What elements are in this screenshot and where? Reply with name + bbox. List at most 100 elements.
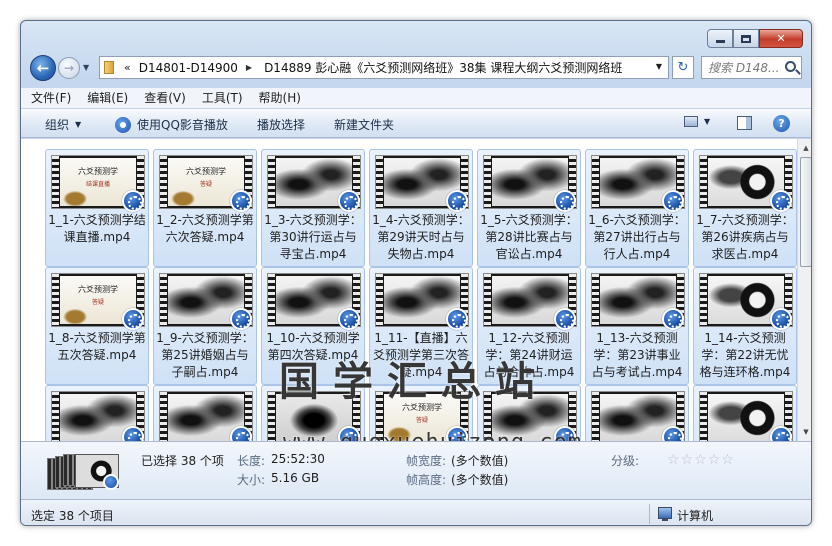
qq-player-icon	[662, 308, 684, 330]
film-strip	[268, 274, 275, 326]
file-tile[interactable]: 1_14-六爻预测学：第22讲无忧格与连环格.mp4	[693, 267, 797, 385]
film-strip	[700, 274, 707, 326]
chevron-down-icon: ▼	[704, 117, 711, 126]
menu-view[interactable]: 查看(V)	[144, 88, 186, 108]
qq-player-icon	[122, 190, 144, 212]
film-strip	[52, 274, 59, 326]
minimize-icon	[715, 40, 725, 43]
search-input[interactable]: 搜索 D148...	[701, 56, 802, 79]
file-tile[interactable]: 1_5-六爻预测学：第28讲比赛占与官讼占.mp4	[477, 149, 581, 267]
film-strip	[160, 392, 167, 441]
caption-buttons: ✕	[707, 29, 803, 48]
menu-file[interactable]: 文件(F)	[31, 88, 71, 108]
file-name: 1_8-六爻预测学第五次答疑.mp4	[48, 331, 146, 362]
maximize-icon	[741, 34, 751, 43]
scroll-down-icon[interactable]: ▼	[800, 425, 811, 439]
frame-width-label: 帧宽度:	[406, 454, 447, 468]
thumbnail-title: 六爻预测学	[78, 167, 118, 176]
explorer-window: ✕ ← → ▼ « D14801-D14900 ▶ D14889 彭心融《六爻预…	[20, 20, 812, 526]
play-selection-button[interactable]: 播放选择	[257, 116, 305, 133]
qq-player-icon	[230, 426, 252, 441]
file-name: 1_3-六爻预测学：第30讲行运占与寻宝占.mp4	[264, 213, 362, 261]
film-strip	[592, 274, 599, 326]
forward-button[interactable]: →	[58, 57, 80, 79]
new-folder-button[interactable]: 新建文件夹	[334, 116, 394, 133]
file-name: 1_4-六爻预测学：第29讲天时占与失物占.mp4	[372, 213, 470, 261]
star-icon[interactable]: ☆	[667, 452, 680, 468]
file-tile[interactable]: 1_13-六爻预测学：第23讲事业占与考试占.mp4	[585, 267, 689, 385]
film-strip	[268, 156, 275, 208]
search-placeholder: 搜索 D148...	[708, 61, 780, 75]
star-icon[interactable]: ☆	[681, 452, 694, 468]
qq-player-icon	[662, 190, 684, 212]
address-dropdown-icon[interactable]: ▼	[656, 62, 662, 71]
file-tile[interactable]: 六爻预测学 答疑 1_2-六爻预测学第六次答疑.mp4	[153, 149, 257, 267]
file-name: 1_13-六爻预测学：第23讲事业占与考试占.mp4	[591, 331, 683, 379]
status-selection-text: 选定 38 个项目	[31, 509, 114, 523]
breadcrumb-overflow[interactable]: «	[124, 61, 131, 74]
maximize-button[interactable]	[733, 29, 759, 48]
qq-player-icon	[770, 308, 792, 330]
thumbnail-subtitle: 答疑	[91, 299, 104, 306]
file-tile[interactable]: 1_3-六爻预测学：第30讲行运占与寻宝占.mp4	[261, 149, 365, 267]
breadcrumb-item[interactable]: D14889 彭心融《六爻预测网络班》38集 课程大纲六爻预测网络班	[264, 59, 622, 76]
qq-player-icon	[554, 190, 576, 212]
qq-player-icon	[338, 190, 360, 212]
file-tile[interactable]: 六爻预测学 答疑 1_8-六爻预测学第五次答疑.mp4	[45, 267, 149, 385]
organize-button[interactable]: 组织 ▼	[45, 116, 81, 133]
file-list[interactable]: 六爻预测学 结课直播 1_1-六爻预测学结课直播.mp4 六爻预测学 答疑 1_2-六爻预…	[21, 139, 797, 441]
file-name: 1_2-六爻预测学第六次答疑.mp4	[156, 213, 254, 244]
preview-pane-button[interactable]	[737, 116, 752, 130]
scroll-up-icon[interactable]: ▲	[800, 141, 811, 155]
command-bar: 组织 ▼ 使用QQ影音播放 播放选择 新建文件夹 ▼ ?	[21, 108, 811, 138]
file-tile[interactable]: 六爻预测学 结课直播 1_1-六爻预测学结课直播.mp4	[45, 149, 149, 267]
recent-pages-button[interactable]: ▼	[83, 63, 89, 72]
frame-height-label: 帧高度:	[406, 473, 447, 487]
file-tile[interactable]: 1_6-六爻预测学：第27讲出行占与行人占.mp4	[585, 149, 689, 267]
help-button[interactable]: ?	[773, 115, 790, 132]
forward-arrow-icon: →	[63, 61, 75, 75]
folder-icon	[104, 61, 114, 74]
qq-player-icon	[338, 308, 360, 330]
menu-help[interactable]: 帮助(H)	[259, 88, 301, 108]
selected-count: 已选择 38 个项	[141, 454, 224, 468]
file-name: 1_5-六爻预测学：第28讲比赛占与官讼占.mp4	[480, 213, 578, 261]
file-name: 1_9-六爻预测学：第25讲婚姻占与子嗣占.mp4	[156, 331, 254, 379]
film-strip	[160, 274, 167, 326]
star-icon[interactable]: ☆	[694, 452, 707, 468]
qq-player-icon	[770, 190, 792, 212]
vertical-scrollbar[interactable]: ▲ ▼	[797, 139, 811, 441]
back-button[interactable]: ←	[30, 55, 56, 81]
qq-player-icon	[662, 426, 684, 441]
star-icon[interactable]: ☆	[721, 452, 734, 468]
menu-edit[interactable]: 编辑(E)	[87, 88, 128, 108]
file-tile[interactable]	[45, 385, 149, 441]
star-icon[interactable]: ☆	[708, 452, 721, 468]
file-tile[interactable]: 1_4-六爻预测学：第29讲天时占与失物占.mp4	[369, 149, 473, 267]
close-button[interactable]: ✕	[759, 29, 803, 48]
breadcrumb-arrow-icon[interactable]: ▶	[246, 63, 252, 72]
address-bar[interactable]: « D14801-D14900 ▶ D14889 彭心融《六爻预测网络班》38集…	[99, 56, 669, 79]
breadcrumb-item[interactable]: D14801-D14900	[139, 61, 238, 75]
file-tile[interactable]	[585, 385, 689, 441]
scroll-thumb[interactable]	[800, 157, 811, 267]
qq-player-icon	[554, 308, 576, 330]
new-folder-label: 新建文件夹	[334, 118, 395, 132]
change-view-button[interactable]: ▼	[684, 116, 710, 127]
file-tile[interactable]: 1_9-六爻预测学：第25讲婚姻占与子嗣占.mp4	[153, 267, 257, 385]
qq-player-icon	[103, 474, 119, 490]
film-strip	[268, 392, 275, 441]
refresh-icon: ↻	[677, 60, 689, 75]
play-with-qq-label: 使用QQ影音播放	[137, 118, 228, 132]
preview-pane-icon	[737, 116, 752, 130]
file-tile[interactable]	[693, 385, 797, 441]
minimize-button[interactable]	[707, 29, 733, 48]
file-tile[interactable]: 1_7-六爻预测学：第26讲疾病占与求医占.mp4	[693, 149, 797, 267]
menu-tools[interactable]: 工具(T)	[202, 88, 243, 108]
qq-player-icon	[122, 426, 144, 441]
refresh-button[interactable]: ↻	[672, 56, 694, 79]
back-arrow-icon: ←	[36, 59, 50, 77]
rating-stars[interactable]: ☆ ☆ ☆ ☆ ☆	[667, 452, 735, 468]
file-tile[interactable]	[153, 385, 257, 441]
play-with-qq-button[interactable]: 使用QQ影音播放	[115, 116, 228, 133]
